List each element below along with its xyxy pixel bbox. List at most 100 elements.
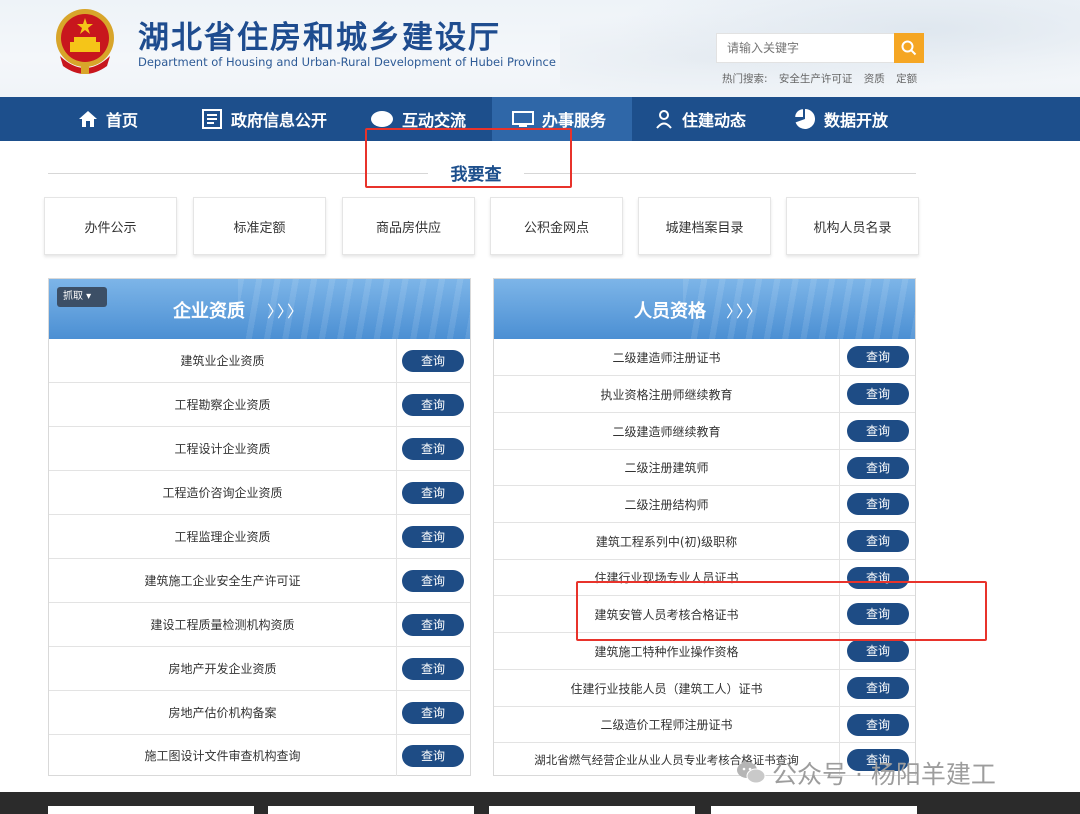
home-icon <box>79 111 97 127</box>
nav-item-open-data[interactable]: 数据开放 <box>794 97 888 141</box>
panel-header: 人员资格 〉〉〉 <box>494 279 915 339</box>
quick-tab[interactable]: 办件公示 <box>44 197 177 255</box>
row-label[interactable]: 建筑施工企业安全生产许可证 <box>49 559 397 602</box>
table-row: 建筑业企业资质 查询 <box>49 339 470 383</box>
chevrons-icon: 〉〉〉 <box>726 302 765 321</box>
panel-title: 企业资质 <box>173 301 245 322</box>
document-icon <box>202 109 222 129</box>
query-button[interactable]: 查询 <box>402 701 464 724</box>
row-label[interactable]: 工程监理企业资质 <box>49 515 397 558</box>
table-row: 施工图设计文件审查机构查询 查询 <box>49 735 470 776</box>
row-label[interactable]: 建筑业企业资质 <box>49 339 397 382</box>
site-title: 湖北省住房和城乡建设厅 <box>138 20 501 56</box>
table-row: 执业资格注册师继续教育 查询 <box>494 376 915 413</box>
query-button[interactable]: 查询 <box>847 420 909 442</box>
table-row: 二级建造师继续教育 查询 <box>494 413 915 450</box>
query-button[interactable]: 查询 <box>847 346 909 368</box>
search-icon <box>901 40 917 56</box>
query-button[interactable]: 查询 <box>847 640 909 662</box>
query-button[interactable]: 查询 <box>402 657 464 680</box>
panel-header-decoration <box>683 279 915 339</box>
query-button[interactable]: 查询 <box>402 613 464 636</box>
table-row: 工程监理企业资质 查询 <box>49 515 470 559</box>
footer-link-box[interactable] <box>489 806 695 814</box>
table-row: 二级注册结构师 查询 <box>494 486 915 523</box>
footer-link-box[interactable] <box>48 806 254 814</box>
row-label[interactable]: 建筑工程系列中(初)级职称 <box>494 523 840 559</box>
hot-search: 热门搜索: 安全生产许可证 资质 定额 <box>722 71 925 86</box>
site-header: 湖北省住房和城乡建设厅 Department of Housing and Ur… <box>0 0 1080 97</box>
wechat-icon <box>737 762 766 784</box>
row-label[interactable]: 工程勘察企业资质 <box>49 383 397 426</box>
grab-dropdown[interactable]: 抓取 ▾ <box>57 287 107 307</box>
quick-tab[interactable]: 城建档案目录 <box>638 197 771 255</box>
footer-link-box[interactable] <box>268 806 474 814</box>
row-label[interactable]: 房地产估价机构备案 <box>49 691 397 734</box>
table-row: 建筑施工企业安全生产许可证 查询 <box>49 559 470 603</box>
hot-search-item[interactable]: 安全生产许可证 <box>779 73 853 85</box>
national-emblem-icon <box>56 9 114 74</box>
query-button[interactable]: 查询 <box>402 393 464 416</box>
query-button[interactable]: 查询 <box>847 713 909 736</box>
quick-tab[interactable]: 公积金网点 <box>490 197 623 255</box>
footer-link-box[interactable] <box>711 806 917 814</box>
site-subtitle: Department of Housing and Urban-Rural De… <box>138 55 556 69</box>
query-button[interactable]: 查询 <box>402 437 464 460</box>
row-label[interactable]: 施工图设计文件审查机构查询 <box>49 735 397 776</box>
search-button[interactable] <box>894 33 924 63</box>
query-button[interactable]: 查询 <box>847 456 909 479</box>
query-button[interactable]: 查询 <box>402 525 464 548</box>
query-button[interactable]: 查询 <box>847 677 909 699</box>
query-button[interactable]: 查询 <box>402 349 464 372</box>
nav-item-gov-info[interactable]: 政府信息公开 <box>201 97 327 141</box>
chevrons-icon: 〉〉〉 <box>267 302 306 321</box>
quick-tab[interactable]: 机构人员名录 <box>786 197 919 255</box>
table-row: 房地产估价机构备案 查询 <box>49 691 470 735</box>
row-label[interactable]: 二级注册结构师 <box>494 486 840 522</box>
table-row: 建筑工程系列中(初)级职称 查询 <box>494 523 915 560</box>
table-row: 工程造价咨询企业资质 查询 <box>49 471 470 515</box>
table-row: 二级注册建筑师 查询 <box>494 450 915 486</box>
table-row: 房地产开发企业资质 查询 <box>49 647 470 691</box>
hot-search-label: 热门搜索: <box>722 73 768 85</box>
query-button[interactable]: 查询 <box>847 493 909 515</box>
watermark: 公众号 · 杨阳羊建工 <box>736 755 996 791</box>
highlight-box <box>576 581 987 641</box>
query-button[interactable]: 查询 <box>402 569 464 592</box>
hot-search-item[interactable]: 定额 <box>896 73 917 85</box>
highlight-box <box>365 128 572 188</box>
search-input[interactable] <box>716 33 894 63</box>
query-button[interactable]: 查询 <box>402 744 464 767</box>
row-label[interactable]: 执业资格注册师继续教育 <box>494 376 840 412</box>
panel-header: 抓取 ▾ 企业资质 〉〉〉 <box>49 279 470 339</box>
row-label[interactable]: 二级建造师注册证书 <box>494 339 840 375</box>
row-label[interactable]: 房地产开发企业资质 <box>49 647 397 690</box>
row-label[interactable]: 工程造价咨询企业资质 <box>49 471 397 514</box>
quick-tab[interactable]: 商品房供应 <box>342 197 475 255</box>
pie-chart-icon <box>795 109 816 129</box>
row-label[interactable]: 二级造价工程师注册证书 <box>494 707 840 742</box>
hot-search-item[interactable]: 资质 <box>864 73 885 85</box>
row-label[interactable]: 建设工程质量检测机构资质 <box>49 603 397 646</box>
table-row: 建设工程质量检测机构资质 查询 <box>49 603 470 647</box>
nav-item-home[interactable]: 首页 <box>78 97 138 141</box>
query-button[interactable]: 查询 <box>847 530 909 552</box>
enterprise-qualification-panel: 抓取 ▾ 企业资质 〉〉〉 建筑业企业资质 查询 工程勘察企业资质 查询 工程设… <box>48 278 471 776</box>
personnel-qualification-panel: 人员资格 〉〉〉 二级建造师注册证书 查询 执业资格注册师继续教育 查询 二级建… <box>493 278 916 776</box>
query-button[interactable]: 查询 <box>847 383 909 405</box>
quick-tab[interactable]: 标准定额 <box>193 197 326 255</box>
table-row: 二级造价工程师注册证书 查询 <box>494 707 915 743</box>
person-icon <box>656 110 672 129</box>
row-label[interactable]: 二级注册建筑师 <box>494 450 840 485</box>
nav-item-news[interactable]: 住建动态 <box>654 97 746 141</box>
monitor-icon <box>512 111 534 127</box>
panel-title: 人员资格 <box>634 301 706 322</box>
row-label[interactable]: 工程设计企业资质 <box>49 427 397 470</box>
chat-icon <box>371 111 393 127</box>
row-label[interactable]: 住建行业技能人员（建筑工人）证书 <box>494 670 840 706</box>
table-row: 工程勘察企业资质 查询 <box>49 383 470 427</box>
query-button[interactable]: 查询 <box>402 481 464 504</box>
row-label[interactable]: 二级建造师继续教育 <box>494 413 840 449</box>
table-row: 二级建造师注册证书 查询 <box>494 339 915 376</box>
table-row: 工程设计企业资质 查询 <box>49 427 470 471</box>
